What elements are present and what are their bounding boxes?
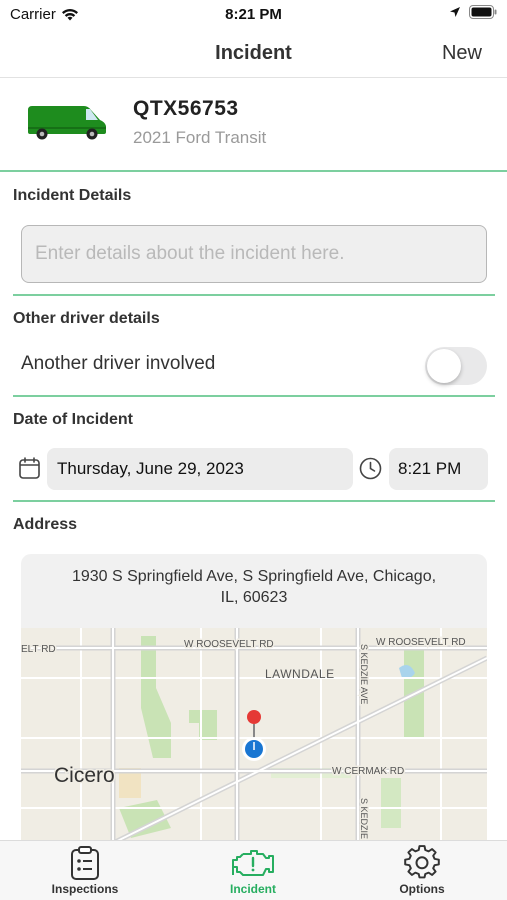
tab-inspections[interactable]: Inspections xyxy=(25,845,145,900)
page-title: Incident xyxy=(215,42,292,64)
clock-icon xyxy=(359,457,382,480)
status-right xyxy=(449,5,497,19)
calendar-icon xyxy=(19,457,40,479)
battery-icon xyxy=(469,5,497,19)
tab-bar: Inspections Incident Options xyxy=(0,840,507,900)
tab-label-options: Options xyxy=(399,882,445,896)
other-driver-label: Other driver details xyxy=(13,310,160,327)
navigation-bar: Incident New xyxy=(0,30,507,78)
van-icon xyxy=(28,106,106,140)
address-line-2: IL, 60623 xyxy=(220,589,288,606)
tab-label-incident: Incident xyxy=(229,882,276,896)
vehicle-plate: QTX56753 xyxy=(133,97,239,120)
date-picker[interactable]: Thursday, June 29, 2023 xyxy=(47,448,353,490)
incident-details-input[interactable] xyxy=(21,225,487,283)
map-label-kedzie-lower: S KEDZIE xyxy=(359,798,369,839)
engine-icon xyxy=(232,850,274,876)
tab-options[interactable]: Options xyxy=(362,845,482,900)
another-driver-toggle[interactable] xyxy=(425,347,487,385)
map-label-roosevelt-right: W ROOSEVELT RD xyxy=(376,637,466,648)
vehicle-model: 2021 Ford Transit xyxy=(133,128,267,147)
tab-incident[interactable]: Incident xyxy=(193,845,313,900)
tab-label-inspections: Inspections xyxy=(51,882,119,896)
address-map[interactable]: ELT RD W ROOSEVELT RD W ROOSEVELT RD LAW… xyxy=(21,628,487,854)
new-button[interactable]: New xyxy=(442,42,482,65)
another-driver-label: Another driver involved xyxy=(21,353,216,374)
status-bar: Carrier 8:21 PM xyxy=(0,0,507,30)
divider xyxy=(13,395,495,397)
status-time: 8:21 PM xyxy=(225,6,282,23)
incident-details-label: Incident Details xyxy=(13,187,132,204)
divider xyxy=(13,294,495,296)
toggle-knob xyxy=(427,349,461,383)
map-label-lawndale: LAWNDALE xyxy=(265,667,335,681)
map-label-kedzie-upper: S KEDZIE AVE xyxy=(359,644,369,704)
address-card: 1930 S Springfield Ave, S Springfield Av… xyxy=(21,554,487,854)
map-label-cicero: Cicero xyxy=(54,764,115,787)
map-label-roosevelt-mid: W ROOSEVELT RD xyxy=(184,639,274,650)
time-picker[interactable]: 8:21 PM xyxy=(389,448,488,490)
vehicle-header: QTX56753 2021 Ford Transit xyxy=(0,80,507,172)
address-text: 1930 S Springfield Ave, S Springfield Av… xyxy=(31,566,477,608)
date-of-incident-label: Date of Incident xyxy=(13,411,134,428)
location-arrow-icon xyxy=(450,7,460,17)
user-location-icon xyxy=(242,737,266,761)
gear-icon xyxy=(404,845,440,879)
divider xyxy=(13,500,495,502)
address-line-1: 1930 S Springfield Ave, S Springfield Av… xyxy=(71,568,437,585)
clipboard-icon xyxy=(71,846,99,880)
map-label-cermak: W CERMAK RD xyxy=(332,766,404,777)
address-label: Address xyxy=(13,516,78,533)
map-label-roosevelt-left: ELT RD xyxy=(21,644,56,655)
